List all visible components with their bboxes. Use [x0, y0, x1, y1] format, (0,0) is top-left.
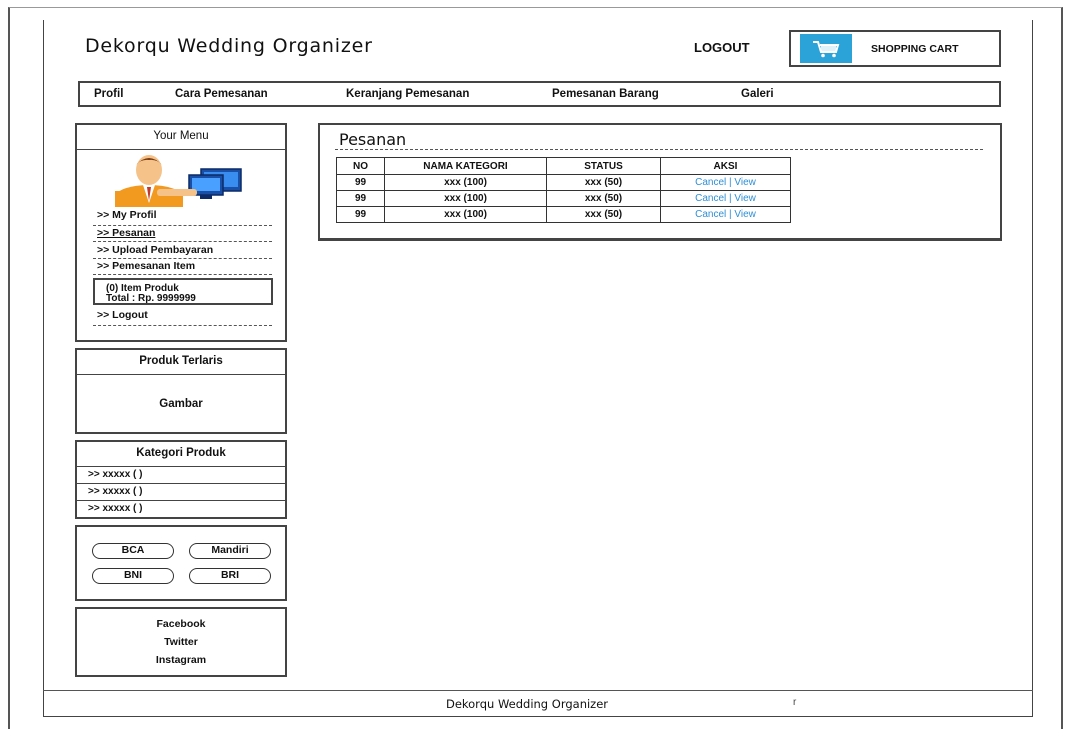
logout-link[interactable]: LOGOUT — [694, 40, 750, 55]
cell-aksi: Cancel | View — [660, 206, 791, 223]
kategori-item[interactable]: >> xxxxx ( ) — [77, 467, 285, 484]
cell-aksi: Cancel | View — [660, 190, 791, 207]
bank-bni-button[interactable]: BNI — [92, 568, 174, 584]
column-header-no: NO — [336, 157, 385, 175]
bank-mandiri-button[interactable]: Mandiri — [189, 543, 271, 559]
nav-item-cara-pemesanan[interactable]: Cara Pemesanan — [175, 88, 268, 100]
cancel-link[interactable]: Cancel — [695, 209, 726, 220]
menu-link-pemesanan-item[interactable]: >> Pemesanan Item — [97, 260, 195, 272]
cell-no: 99 — [336, 190, 385, 207]
shopping-cart-icon — [800, 34, 852, 63]
nav-item-pemesanan-barang[interactable]: Pemesanan Barang — [552, 88, 659, 100]
your-menu-panel: Your Menu >> My Profil >> Pesanan >> Upl… — [75, 123, 287, 342]
column-header-status: STATUS — [546, 157, 661, 175]
cell-nama-kategori: xxx (100) — [384, 174, 547, 191]
menu-link-my-profil[interactable]: >> My Profil — [97, 209, 157, 221]
shopping-cart-button[interactable]: SHOPPING CART — [789, 30, 1001, 67]
bank-bca-button[interactable]: BCA — [92, 543, 174, 559]
produk-image-placeholder[interactable]: Gambar — [77, 375, 285, 410]
social-panel: Facebook Twitter Instagram — [75, 607, 287, 677]
table-row: 99 xxx (100) xxx (50) Cancel | View — [336, 174, 791, 191]
footer-bottom-border — [43, 716, 1033, 717]
produk-terlaris-panel: Produk Terlaris Gambar — [75, 348, 287, 434]
cancel-link[interactable]: Cancel — [695, 177, 726, 188]
kategori-item[interactable]: >> xxxxx ( ) — [77, 501, 285, 518]
user-computer-icon — [97, 155, 247, 209]
menu-divider — [93, 258, 272, 259]
menu-divider — [93, 241, 272, 242]
view-link[interactable]: View — [734, 177, 756, 188]
cart-summary-total: Total : Rp. 9999999 — [106, 293, 196, 304]
view-link[interactable]: View — [734, 209, 756, 220]
bank-bri-button[interactable]: BRI — [189, 568, 271, 584]
table-row: 99 xxx (100) xxx (50) Cancel | View — [336, 206, 791, 223]
footer-glyph: r — [793, 697, 797, 708]
menu-link-logout[interactable]: >> Logout — [97, 309, 148, 321]
bank-panel: BCA Mandiri BNI BRI — [75, 525, 287, 601]
kategori-item[interactable]: >> xxxxx ( ) — [77, 484, 285, 501]
menu-divider — [93, 274, 272, 275]
page-title: Pesanan — [339, 130, 407, 149]
pesanan-panel: Pesanan NO NAMA KATEGORI STATUS AKSI 99 … — [318, 123, 1002, 241]
cell-aksi: Cancel | View — [660, 174, 791, 191]
column-header-aksi: AKSI — [660, 157, 791, 175]
menu-link-upload-pembayaran[interactable]: >> Upload Pembayaran — [97, 244, 213, 256]
menu-link-pesanan[interactable]: >> Pesanan — [97, 227, 155, 239]
cell-nama-kategori: xxx (100) — [384, 206, 547, 223]
social-link-facebook[interactable]: Facebook — [77, 618, 285, 630]
kategori-produk-title: Kategori Produk — [77, 442, 285, 467]
cell-status: xxx (50) — [546, 190, 661, 207]
cell-nama-kategori: xxx (100) — [384, 190, 547, 207]
main-nav: Profil Cara Pemesanan Keranjang Pemesana… — [78, 81, 1001, 107]
social-link-instagram[interactable]: Instagram — [77, 654, 285, 666]
kategori-produk-panel: Kategori Produk >> xxxxx ( ) >> xxxxx ( … — [75, 440, 287, 519]
nav-item-keranjang-pemesanan[interactable]: Keranjang Pemesanan — [346, 88, 469, 100]
nav-item-galeri[interactable]: Galeri — [741, 88, 774, 100]
menu-divider — [93, 225, 272, 226]
table-header-row: NO NAMA KATEGORI STATUS AKSI — [336, 157, 791, 175]
menu-divider — [93, 325, 272, 326]
table-row: 99 xxx (100) xxx (50) Cancel | View — [336, 190, 791, 207]
cart-summary: (0) Item Produk Total : Rp. 9999999 — [93, 278, 273, 305]
footer-divider — [43, 690, 1033, 691]
view-link[interactable]: View — [734, 193, 756, 204]
column-header-nama-kategori: NAMA KATEGORI — [384, 157, 547, 175]
cancel-link[interactable]: Cancel — [695, 193, 726, 204]
cell-status: xxx (50) — [546, 206, 661, 223]
title-divider — [335, 149, 983, 150]
orders-table: NO NAMA KATEGORI STATUS AKSI 99 xxx (100… — [336, 157, 791, 223]
social-link-twitter[interactable]: Twitter — [77, 636, 285, 648]
nav-item-profil[interactable]: Profil — [94, 88, 123, 100]
cell-no: 99 — [336, 206, 385, 223]
produk-terlaris-title: Produk Terlaris — [77, 350, 285, 375]
footer-text: Dekorqu Wedding Organizer — [445, 697, 609, 711]
site-title: Dekorqu Wedding Organizer — [85, 35, 373, 57]
shopping-cart-label: SHOPPING CART — [871, 42, 959, 55]
cell-status: xxx (50) — [546, 174, 661, 191]
your-menu-title: Your Menu — [77, 125, 285, 150]
cell-no: 99 — [336, 174, 385, 191]
